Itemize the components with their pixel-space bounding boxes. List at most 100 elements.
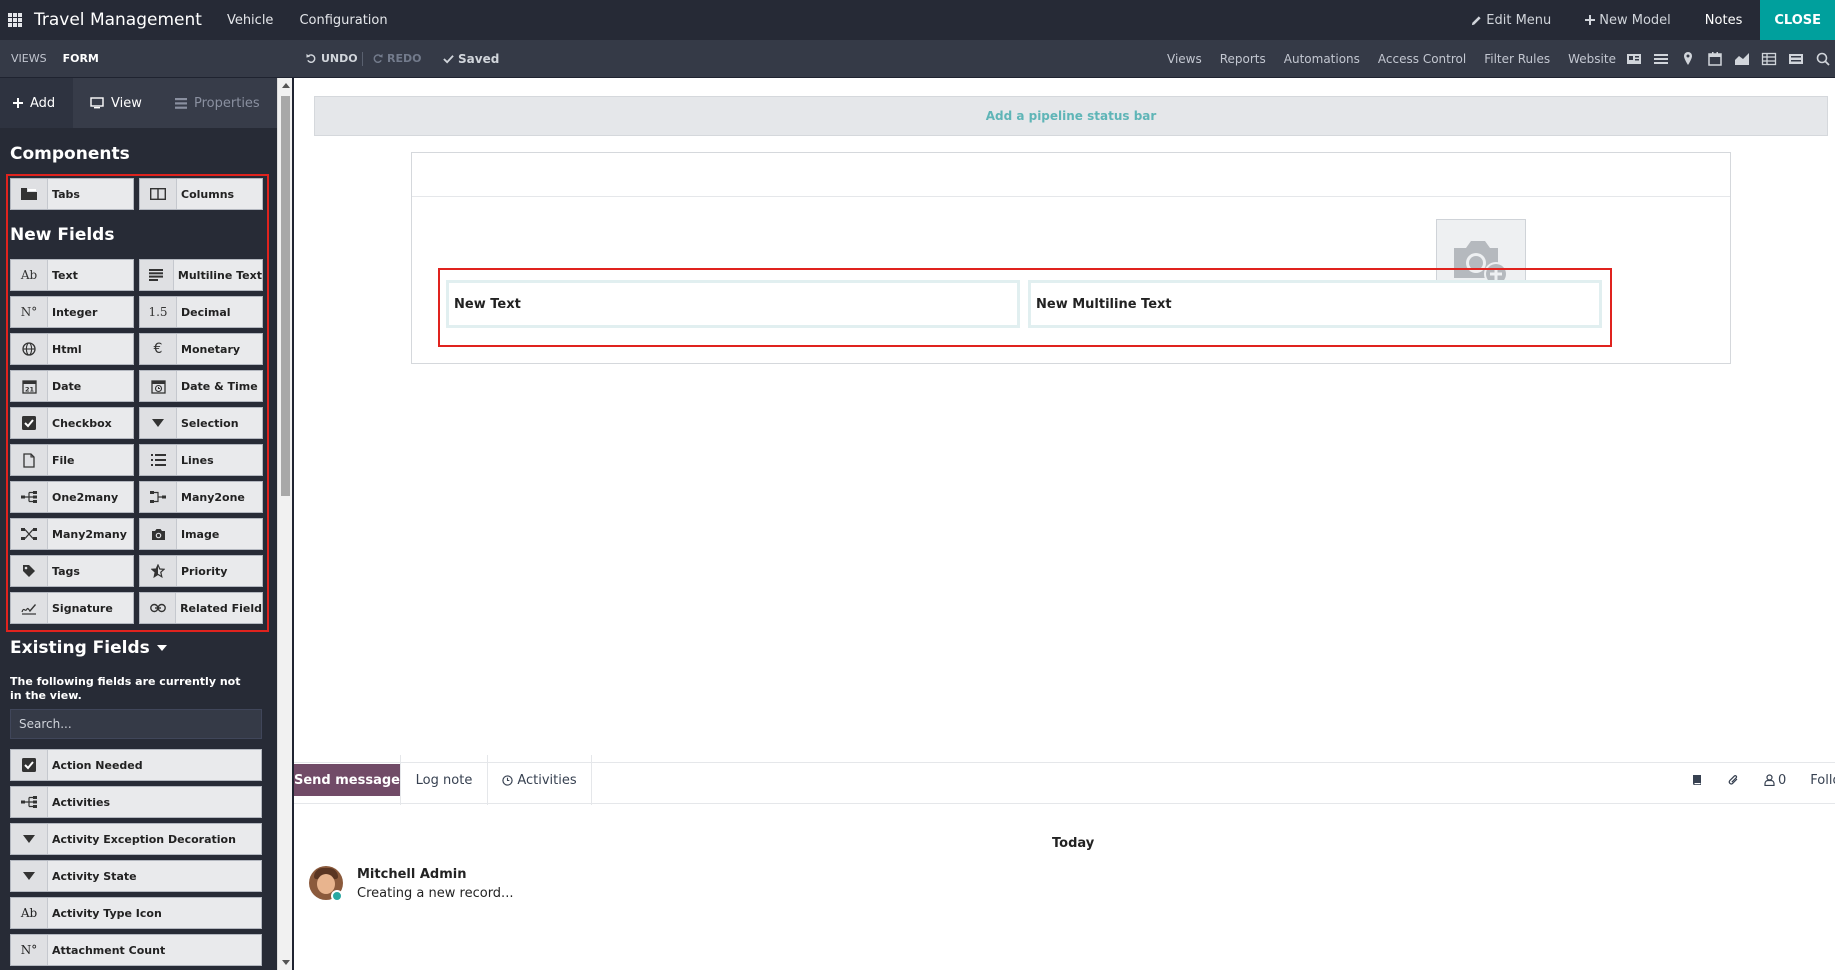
- studio-link-access-control[interactable]: Access Control: [1378, 52, 1466, 66]
- new-field-one2many[interactable]: One2many: [10, 481, 134, 513]
- existing-field-activity-type-icon[interactable]: Ab Activity Type Icon: [10, 897, 262, 929]
- undo-icon: [306, 53, 316, 63]
- new-field-many2one[interactable]: Many2one: [139, 481, 263, 513]
- search-messages-button[interactable]: [1691, 774, 1703, 786]
- form-editor-canvas: Add a pipeline status bar New Text New M…: [292, 78, 1835, 970]
- text-icon: Ab: [11, 898, 48, 928]
- new-field-many2many[interactable]: Many2many: [10, 518, 134, 550]
- apps-grid-icon[interactable]: [8, 13, 22, 27]
- date-separator: Today: [1052, 836, 1095, 851]
- new-field-lines[interactable]: Lines: [139, 444, 263, 476]
- form-field-new-multiline-text[interactable]: New Multiline Text: [1028, 280, 1602, 328]
- top-navbar: Travel Management Vehicle Configuration …: [0, 0, 1835, 40]
- saved-indicator: Saved: [443, 52, 499, 66]
- new-field-monetary[interactable]: € Monetary: [139, 333, 263, 365]
- activities-button[interactable]: Activities: [488, 755, 592, 805]
- new-field-date-time[interactable]: Date & Time: [139, 370, 263, 402]
- new-field-multiline-text[interactable]: Multiline Text: [139, 259, 263, 291]
- new-field-html[interactable]: Html: [10, 333, 134, 365]
- monitor-icon: [90, 97, 104, 109]
- new-field-file[interactable]: File: [10, 444, 134, 476]
- field-label: Activity Exception Decoration: [52, 832, 236, 846]
- form-field-new-text[interactable]: New Text: [446, 280, 1020, 328]
- book-icon: [1692, 775, 1701, 785]
- existing-field-activity-state[interactable]: Activity State: [10, 860, 262, 892]
- message-author[interactable]: Mitchell Admin: [357, 867, 466, 882]
- integer-icon: N°: [11, 935, 48, 965]
- undo-label: UNDO: [321, 52, 358, 65]
- decimal-icon: 1.5: [140, 297, 177, 327]
- existing-field-attachment-count[interactable]: N° Attachment Count: [10, 934, 262, 966]
- one2many-icon: [11, 787, 48, 817]
- existing-fields-search-input[interactable]: [10, 709, 262, 739]
- map-view-icon[interactable]: [1680, 51, 1696, 67]
- new-field-checkbox[interactable]: Checkbox: [10, 407, 134, 439]
- studio-link-website[interactable]: Website: [1568, 52, 1616, 66]
- existing-fields-toggle[interactable]: Existing Fields: [10, 638, 167, 658]
- tab-add[interactable]: Add: [0, 78, 73, 128]
- field-label: Lines: [181, 453, 214, 467]
- breadcrumb-views[interactable]: VIEWS: [11, 52, 47, 65]
- edit-menu-label: Edit Menu: [1486, 12, 1552, 28]
- field-label: Priority: [181, 564, 228, 578]
- existing-field-activity-exception-decoration[interactable]: Activity Exception Decoration: [10, 823, 262, 855]
- new-field-priority[interactable]: Priority: [139, 555, 263, 587]
- new-field-signature[interactable]: Signature: [10, 592, 134, 624]
- scroll-down-arrow-icon[interactable]: [282, 960, 290, 965]
- new-field-tags[interactable]: Tags: [10, 555, 134, 587]
- new-field-image[interactable]: Image: [139, 518, 263, 550]
- list-view-icon[interactable]: [1653, 51, 1669, 67]
- undo-button[interactable]: UNDO: [306, 52, 358, 65]
- euro-icon: €: [140, 334, 177, 364]
- new-field-related-field[interactable]: Related Field: [139, 592, 263, 624]
- tab-view[interactable]: View: [73, 78, 159, 128]
- existing-field-activities[interactable]: Activities: [10, 786, 262, 818]
- form-view-icon[interactable]: [1626, 51, 1642, 67]
- log-note-button[interactable]: Log note: [400, 755, 488, 805]
- checkbox-icon: [11, 750, 48, 780]
- menu-configuration[interactable]: Configuration: [299, 13, 387, 28]
- pivot-view-icon[interactable]: [1761, 51, 1777, 67]
- attachments-button[interactable]: [1727, 774, 1740, 787]
- redo-button[interactable]: REDO: [372, 52, 421, 65]
- new-field-selection[interactable]: Selection: [139, 407, 263, 439]
- new-field-text[interactable]: Ab Text: [10, 259, 134, 291]
- add-pipeline-status-bar[interactable]: Add a pipeline status bar: [314, 96, 1828, 136]
- paperclip-icon: [1728, 774, 1738, 784]
- close-studio-button[interactable]: CLOSE: [1760, 0, 1835, 40]
- kanban-view-icon[interactable]: [1788, 51, 1804, 67]
- field-label: Activity Type Icon: [52, 906, 162, 920]
- field-label: Signature: [52, 601, 113, 615]
- new-field-decimal[interactable]: 1.5 Decimal: [139, 296, 263, 328]
- new-field-date[interactable]: 21 Date: [10, 370, 134, 402]
- app-title[interactable]: Travel Management: [34, 10, 202, 30]
- studio-link-automations[interactable]: Automations: [1284, 52, 1360, 66]
- sidebar-scrollbar[interactable]: [277, 78, 292, 970]
- search-icon[interactable]: [1815, 51, 1831, 67]
- follow-button[interactable]: Follow: [1810, 773, 1835, 788]
- integer-icon: N°: [11, 297, 48, 327]
- graph-view-icon[interactable]: [1734, 51, 1750, 67]
- field-label: Activities: [52, 795, 111, 809]
- studio-link-filter-rules[interactable]: Filter Rules: [1484, 52, 1550, 66]
- edit-menu-button[interactable]: Edit Menu: [1471, 13, 1551, 28]
- studio-link-reports[interactable]: Reports: [1220, 52, 1266, 66]
- component-tabs[interactable]: Tabs: [10, 178, 134, 210]
- menu-vehicle[interactable]: Vehicle: [227, 13, 274, 28]
- send-message-button[interactable]: Send message: [294, 764, 400, 796]
- scrollbar-thumb[interactable]: [281, 96, 290, 496]
- new-model-button[interactable]: New Model: [1585, 13, 1671, 28]
- sheet-header[interactable]: [412, 153, 1730, 197]
- tab-properties[interactable]: Properties: [159, 78, 277, 128]
- notes-button[interactable]: Notes: [1705, 13, 1743, 28]
- studio-link-views[interactable]: Views: [1167, 52, 1202, 66]
- scroll-up-arrow-icon[interactable]: [282, 83, 290, 88]
- existing-field-action-needed[interactable]: Action Needed: [10, 749, 262, 781]
- signature-icon: [11, 593, 48, 623]
- followers-button[interactable]: 0: [1764, 773, 1786, 788]
- field-label: Selection: [181, 416, 239, 430]
- component-columns[interactable]: Columns: [139, 178, 263, 210]
- calendar-view-icon[interactable]: [1707, 51, 1723, 67]
- message-body: Creating a new record...: [357, 886, 514, 901]
- new-field-integer[interactable]: N° Integer: [10, 296, 134, 328]
